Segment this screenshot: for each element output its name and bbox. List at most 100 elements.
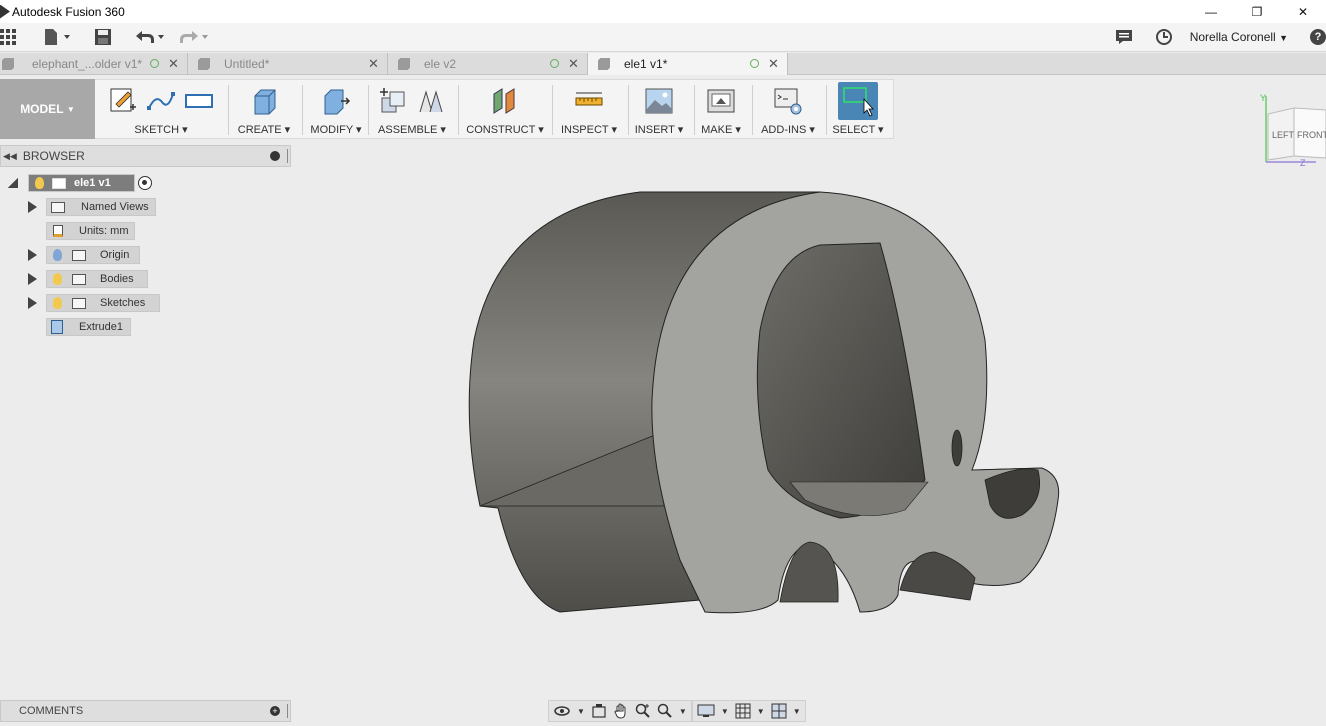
job-status-comment-icon[interactable] bbox=[1115, 28, 1133, 46]
item-label: Units: mm bbox=[79, 225, 129, 237]
axis-y-label: Y bbox=[1260, 93, 1266, 103]
visibility-bulb-icon[interactable] bbox=[53, 273, 62, 285]
display-settings[interactable]: ▼ ▼ ▼ bbox=[691, 700, 806, 722]
browser-panel-header[interactable]: ◀◀ BROWSER bbox=[0, 145, 291, 167]
browser-item-sketches[interactable]: Sketches bbox=[46, 294, 160, 312]
collapse-panel-icon[interactable]: ◀◀ bbox=[3, 151, 17, 162]
browser-item-named-views[interactable]: Named Views bbox=[46, 198, 156, 216]
visibility-bulb-icon[interactable] bbox=[53, 249, 62, 261]
group-label: CREATE bbox=[237, 124, 282, 136]
tab-label: Untitled* bbox=[224, 57, 270, 71]
group-label: INSERT bbox=[634, 124, 675, 136]
collapse-arrow-icon[interactable] bbox=[8, 178, 18, 188]
add-comment-icon[interactable]: + bbox=[270, 706, 280, 716]
undo-icon[interactable] bbox=[134, 28, 168, 46]
chevron-down-icon: ▼ bbox=[792, 706, 801, 716]
expand-arrow-icon[interactable] bbox=[28, 273, 37, 285]
group-label: ADD-INS bbox=[761, 124, 807, 136]
view-cube[interactable]: Y Z LEFT FRONT bbox=[1260, 92, 1326, 168]
tab-ele-v2[interactable]: ele v2 ✕ bbox=[388, 53, 588, 75]
item-label: Named Views bbox=[81, 201, 149, 213]
close-tab-icon[interactable]: ✕ bbox=[168, 56, 179, 72]
close-tab-icon[interactable]: ✕ bbox=[368, 56, 379, 72]
extrude-icon[interactable] bbox=[249, 86, 279, 116]
browser-item-extrude1[interactable]: Extrude1 bbox=[46, 318, 131, 336]
spline-icon[interactable] bbox=[146, 86, 176, 116]
orbit-icon[interactable] bbox=[553, 703, 571, 719]
ribbon-group-construct[interactable]: CONSTRUCT ▾ bbox=[462, 79, 548, 139]
ribbon-group-make[interactable]: MAKE ▾ bbox=[696, 79, 746, 139]
visibility-bulb-icon[interactable] bbox=[35, 177, 44, 189]
chevron-down-icon: ▼ bbox=[678, 706, 687, 716]
ribbon-group-assemble[interactable]: ASSEMBLE ▾ bbox=[372, 79, 452, 139]
elephant-phone-holder-body[interactable] bbox=[468, 191, 1060, 614]
rectangle-icon[interactable] bbox=[184, 86, 214, 116]
browser-item-origin[interactable]: Origin bbox=[46, 246, 140, 264]
ribbon-group-modify[interactable]: MODIFY ▾ bbox=[306, 79, 366, 139]
visibility-bulb-icon[interactable] bbox=[53, 297, 62, 309]
close-tab-icon[interactable]: ✕ bbox=[768, 56, 779, 72]
fit-zoom-icon[interactable] bbox=[657, 703, 673, 719]
tab-ele1-v1[interactable]: ele1 v1* ✕ bbox=[588, 53, 788, 75]
create-sketch-icon[interactable] bbox=[108, 86, 138, 116]
user-account-menu[interactable]: Norella Coronell ▼ bbox=[1190, 30, 1288, 44]
zoom-icon[interactable] bbox=[635, 703, 651, 719]
ribbon-group-add-ins[interactable]: ADD-INS ▾ bbox=[756, 79, 820, 139]
expand-arrow-icon[interactable] bbox=[28, 297, 37, 309]
3d-print-icon[interactable] bbox=[706, 86, 736, 116]
joint-icon[interactable] bbox=[416, 86, 446, 116]
ribbon-group-select[interactable]: SELECT ▾ bbox=[830, 79, 886, 139]
browser-root-component[interactable]: ele1 v1 bbox=[28, 174, 135, 192]
viewcube-left-label: LEFT bbox=[1272, 130, 1295, 140]
save-icon[interactable] bbox=[94, 28, 112, 46]
scripts-addins-icon[interactable] bbox=[773, 86, 803, 116]
group-label: INSPECT bbox=[560, 124, 609, 136]
press-pull-icon[interactable] bbox=[321, 86, 351, 116]
tab-label: ele1 v1* bbox=[624, 57, 668, 71]
select-arrow-icon[interactable] bbox=[838, 82, 878, 120]
insert-image-icon[interactable] bbox=[644, 86, 674, 116]
tab-elephant-holder[interactable]: elephant_...older v1* ✕ bbox=[0, 53, 188, 75]
panel-pin-handle[interactable] bbox=[287, 704, 288, 718]
browser-item-bodies[interactable]: Bodies bbox=[46, 270, 148, 288]
ribbon-group-insert[interactable]: INSERT ▾ bbox=[630, 79, 688, 139]
document-icon bbox=[2, 58, 14, 70]
panel-pin-handle[interactable] bbox=[287, 149, 288, 163]
file-menu-icon[interactable] bbox=[44, 28, 72, 46]
workspace-switcher[interactable]: MODEL ▼ bbox=[0, 79, 95, 139]
ribbon-group-create[interactable]: CREATE ▾ bbox=[232, 79, 296, 139]
group-label: SKETCH bbox=[134, 124, 180, 136]
sync-status-icon bbox=[150, 59, 159, 68]
expand-arrow-icon[interactable] bbox=[28, 249, 37, 261]
look-at-icon[interactable] bbox=[591, 703, 607, 719]
viewports-icon[interactable] bbox=[771, 703, 787, 719]
comments-panel[interactable]: COMMENTS + bbox=[0, 700, 291, 722]
document-settings-icon bbox=[53, 225, 63, 237]
redo-icon[interactable] bbox=[178, 28, 212, 46]
browser-options-icon[interactable] bbox=[270, 151, 280, 161]
minimize-button[interactable]: — bbox=[1188, 0, 1234, 23]
expand-arrow-icon[interactable] bbox=[28, 201, 37, 213]
chevron-down-icon: ▼ bbox=[720, 706, 729, 716]
ribbon-group-inspect[interactable]: INSPECT ▾ bbox=[556, 79, 622, 139]
title-bar: Autodesk Fusion 360 — ❐ ✕ bbox=[0, 0, 1326, 23]
ribbon-group-sketch[interactable]: SKETCH ▾ bbox=[100, 79, 222, 139]
offset-plane-icon[interactable] bbox=[490, 86, 520, 116]
activate-radio-icon[interactable] bbox=[138, 176, 152, 190]
data-panel-grid-icon[interactable] bbox=[0, 28, 18, 46]
display-settings-icon[interactable] bbox=[697, 703, 715, 719]
model-viewport[interactable] bbox=[440, 175, 1080, 635]
measure-icon[interactable] bbox=[574, 86, 604, 116]
help-icon[interactable]: ? bbox=[1310, 28, 1326, 46]
orbit-tools[interactable]: ▼ ▼ bbox=[548, 700, 692, 722]
close-tab-icon[interactable]: ✕ bbox=[568, 56, 579, 72]
tab-untitled[interactable]: Untitled* ✕ bbox=[188, 53, 388, 75]
clock-history-icon[interactable] bbox=[1155, 28, 1173, 46]
close-window-button[interactable]: ✕ bbox=[1280, 0, 1326, 23]
item-label: Sketches bbox=[100, 297, 146, 309]
new-component-icon[interactable] bbox=[378, 86, 408, 116]
pan-hand-icon[interactable] bbox=[613, 703, 629, 719]
restore-button[interactable]: ❐ bbox=[1234, 0, 1280, 23]
grid-settings-icon[interactable] bbox=[735, 703, 751, 719]
browser-item-units[interactable]: Units: mm bbox=[46, 222, 135, 240]
